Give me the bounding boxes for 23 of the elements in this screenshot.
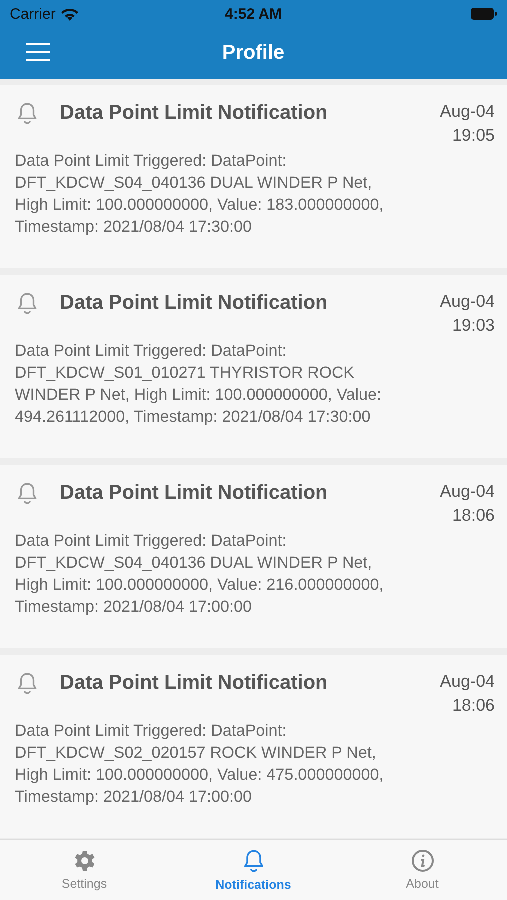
- notification-card[interactable]: Data Point Limit Notification Aug-04 19:05 Data Point Limit Triggered: DataPoint: DFT_KDCW_S04_040136 DUAL WINDER P Net, High Limit: 100.000000000, Value: 183.000000000, Timestamp: 2021/08/04 17:30:00: [0, 85, 507, 268]
- notification-message: Data Point Limit Triggered: DataPoint: DFT_KDCW_S04_040136 DUAL WINDER P Net, High Limit: 100.000000000, Value: 183.000000000, Timestamp: 2021/08/04 17:30:00: [15, 151, 385, 238]
- notification-date: Aug-04: [440, 292, 495, 312]
- notification-card[interactable]: Data Point Limit Notification Aug-04 18:06 Data Point Limit Triggered: DataPoint: DFT_KDCW_S04_040136 DUAL WINDER P Net, High Limit: 100.000000000, Value: 216.000000000, Timestamp: 2021/08/04 17:00:00: [0, 465, 507, 648]
- notification-time: 18:06: [452, 696, 495, 716]
- notification-time: 19:05: [452, 126, 495, 146]
- notification-date: Aug-04: [440, 482, 495, 502]
- notification-card[interactable]: Data Point Limit Notification Aug-04 18:06 Data Point Limit Triggered: DataPoint: DFT_KDCW_S02_020157 ROCK WINDER P Net, High Limit: 100.000000000, Value: 475.000000000, Timestamp: 2021/08/04 17:00:00: [0, 655, 507, 838]
- tab[interactable]: Notifications: [169, 840, 338, 900]
- notification-title: Data Point Limit Notification: [60, 672, 329, 695]
- notification-date: Aug-04: [440, 672, 495, 692]
- notification-title: Data Point Limit Notification: [60, 102, 329, 125]
- notification-title: Data Point Limit Notification: [60, 292, 329, 315]
- notification-message: Data Point Limit Triggered: DataPoint: DFT_KDCW_S04_040136 DUAL WINDER P Net, High Limit: 100.000000000, Value: 216.000000000, Timestamp: 2021/08/04 17:00:00: [15, 531, 385, 618]
- notification-date: Aug-04: [440, 102, 495, 122]
- notification-message: Data Point Limit Triggered: DataPoint: DFT_KDCW_S01_010271 THYRISTOR ROCK WINDER P Net, High Limit: 100.000000000, Value: 494.261112000, Timestamp: 2021/08/04 17:30:00: [15, 341, 383, 428]
- notification-message: Data Point Limit Triggered: DataPoint: DFT_KDCW_S02_020157 ROCK WINDER P Net, High Limit: 100.000000000, Value: 475.000000000, Timestamp: 2021/08/04 17:00:00: [15, 721, 385, 808]
- carrier-label: Carrier: [10, 6, 56, 22]
- notification-time: 19:03: [452, 316, 495, 336]
- notification-title: Data Point Limit Notification: [60, 482, 329, 505]
- status-time: 4:52 AM: [225, 6, 282, 22]
- nav-title: Profile: [222, 42, 285, 65]
- notification-time: 18:06: [452, 506, 495, 526]
